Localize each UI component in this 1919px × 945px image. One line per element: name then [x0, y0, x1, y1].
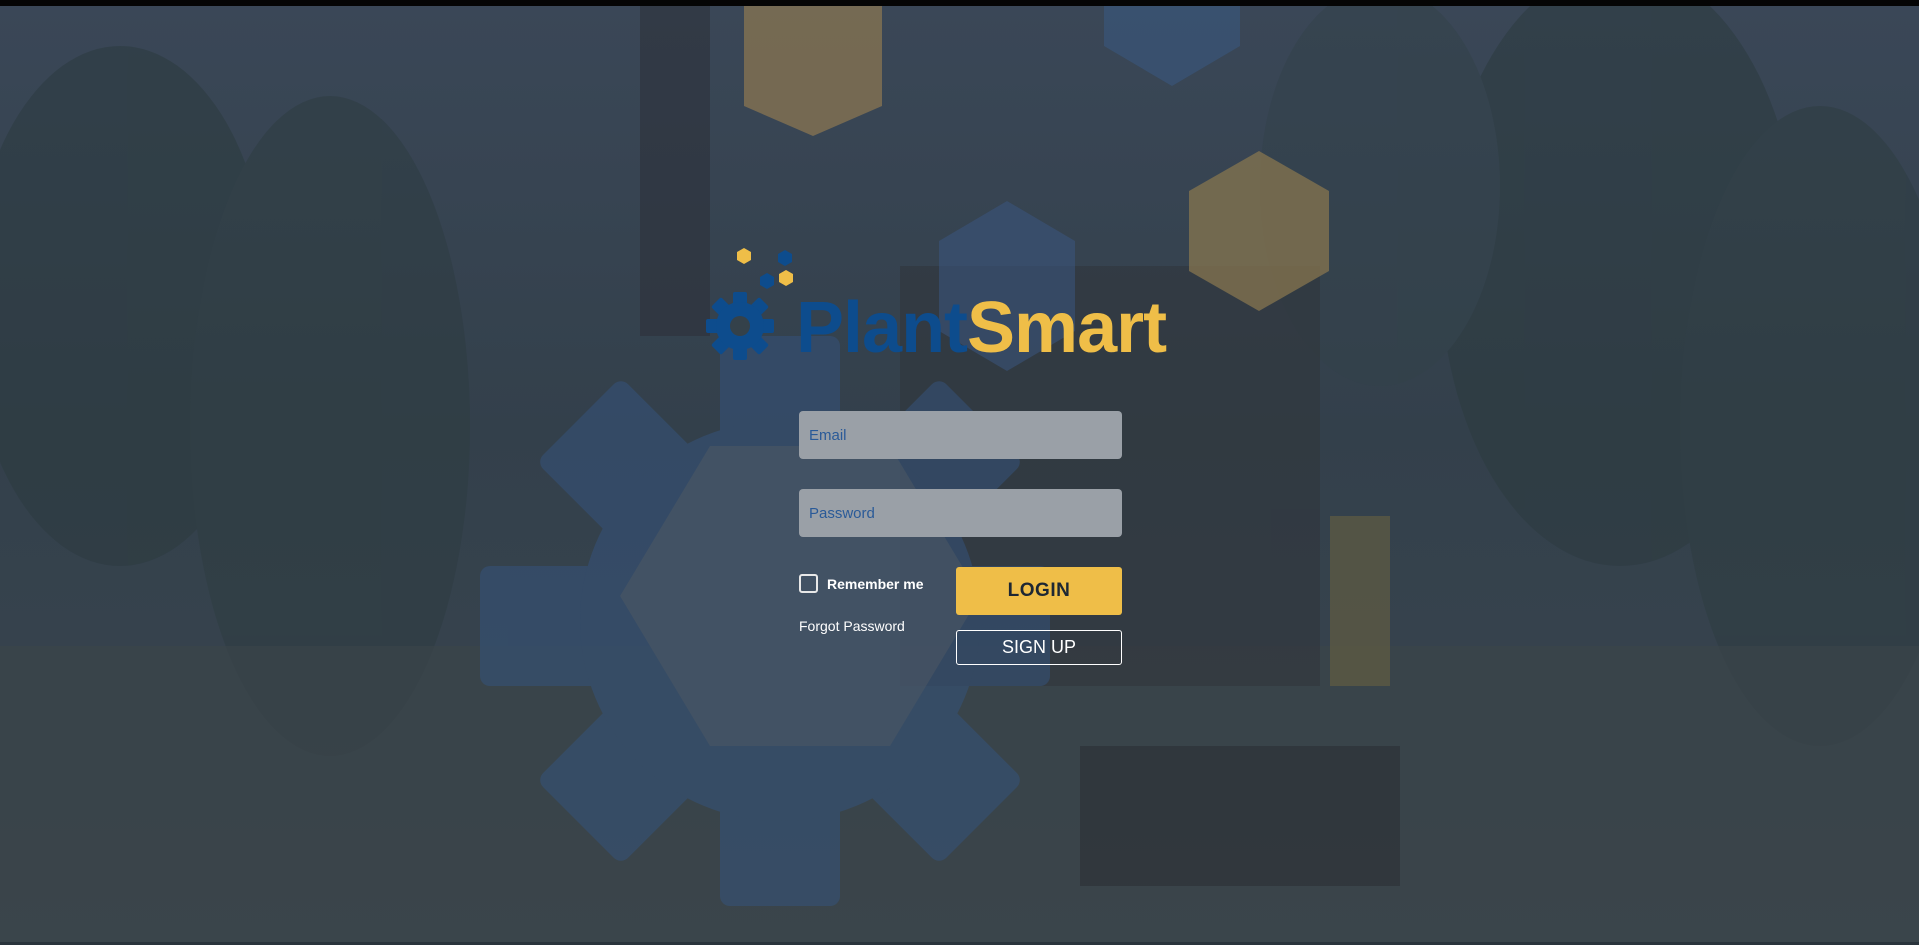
logo-text-plant: Plant [796, 288, 968, 368]
background-image [0, 6, 1919, 945]
remember-me-label[interactable]: Remember me [827, 576, 924, 592]
plantsmart-logo: PlantSmart [700, 248, 1180, 368]
signup-button[interactable]: SIGN UP [956, 630, 1122, 665]
remember-me[interactable]: Remember me [799, 574, 924, 593]
email-field[interactable] [799, 411, 1122, 459]
checkbox-icon[interactable] [799, 574, 818, 593]
password-field[interactable] [799, 489, 1122, 537]
logo-text-smart: Smart [967, 288, 1167, 368]
forgot-password-link[interactable]: Forgot Password [799, 618, 905, 634]
login-button[interactable]: LOGIN [956, 567, 1122, 615]
